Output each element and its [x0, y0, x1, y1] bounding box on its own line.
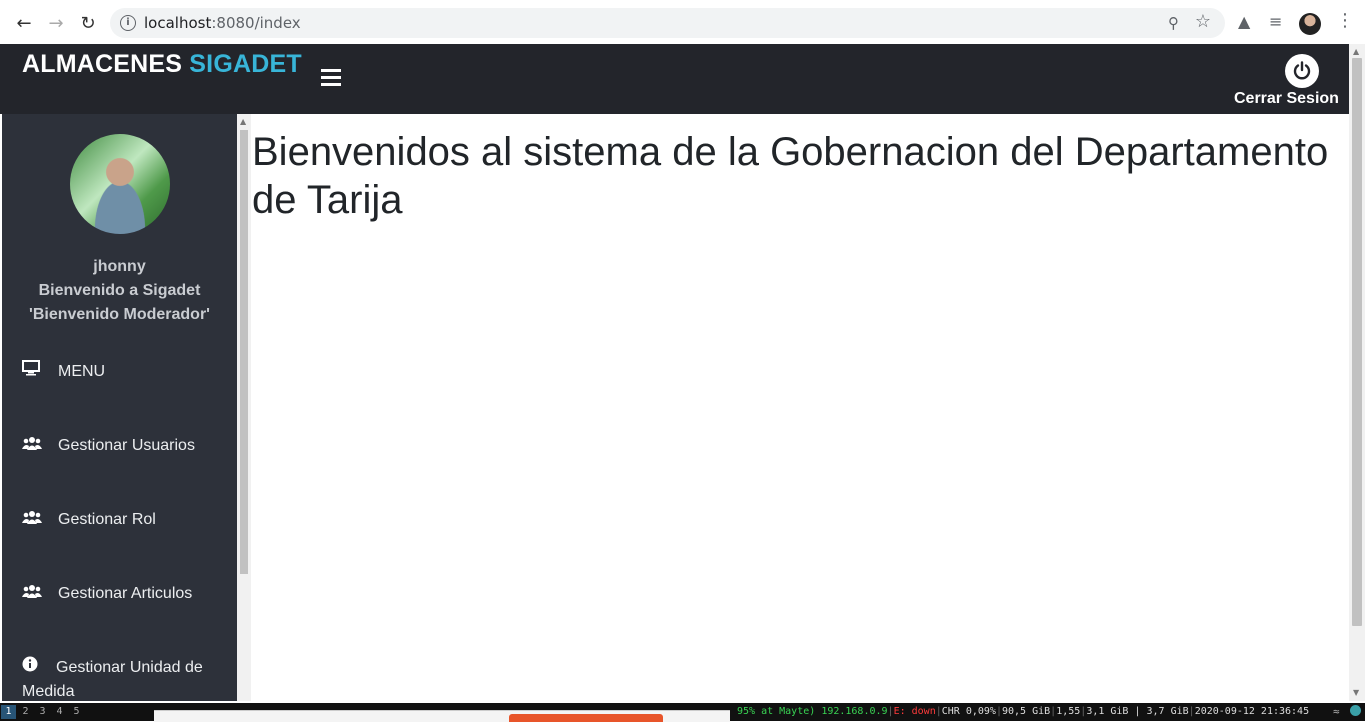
- sidebar-item-label: Gestionar Usuarios: [58, 437, 195, 454]
- user-avatar: [70, 134, 170, 234]
- sidebar-item-articles[interactable]: Gestionar Articulos: [22, 582, 192, 606]
- site-info-icon[interactable]: i: [120, 15, 136, 31]
- workspace-button[interactable]: 1: [1, 705, 16, 719]
- url-path: :8080/index: [211, 14, 301, 32]
- users-icon: [22, 582, 44, 606]
- ethernet-status: E: down: [893, 706, 936, 717]
- workspace-button[interactable]: 5: [69, 705, 84, 719]
- workspace-button[interactable]: 3: [35, 705, 50, 719]
- scroll-up-icon[interactable]: ▲: [240, 117, 246, 126]
- sidebar-item-label: Gestionar Rol: [58, 511, 156, 528]
- workspace-button[interactable]: 2: [18, 705, 33, 719]
- brand-logo[interactable]: ALMACENES SIGADET: [22, 50, 302, 79]
- disk-status: 90,5 GiB: [1001, 706, 1051, 717]
- sidebar-item-roles[interactable]: Gestionar Rol: [22, 508, 156, 532]
- cpu-status: CHR 0,09%: [941, 706, 996, 717]
- sidebar-scroll-thumb[interactable]: [240, 130, 248, 574]
- datetime-status: 2020-09-12 21:36:45: [1194, 706, 1310, 717]
- main-content: Bienvenidos al sistema de la Gobernacion…: [251, 114, 1349, 701]
- page-scroll-thumb[interactable]: [1352, 58, 1362, 626]
- sidebar-item-menu[interactable]: MENU: [22, 360, 105, 384]
- ip-status: 192.168.0.9: [821, 706, 888, 717]
- notification-strip: [154, 710, 730, 722]
- browser-toolbar: ← → ↻ i localhost:8080/index ⚲ ☆ ▲ ≡ ⋮: [0, 0, 1365, 45]
- monitor-icon: [22, 360, 44, 384]
- url-text[interactable]: localhost:8080/index: [144, 14, 301, 32]
- workspace-button[interactable]: 4: [52, 705, 67, 719]
- power-icon[interactable]: [1285, 54, 1319, 88]
- bookmark-star-icon[interactable]: ☆: [1195, 11, 1211, 32]
- sidebar-item-label: MENU: [58, 363, 106, 380]
- status-line: 95% at Mayte) 192.168.0.9|E: down|CHR 0,…: [737, 706, 1310, 717]
- load-status: 1,55: [1056, 706, 1081, 717]
- logout-link[interactable]: Cerrar Sesion: [1234, 90, 1339, 108]
- battery-status: 95% at Mayte): [737, 706, 816, 717]
- users-icon: [22, 434, 44, 458]
- welcome-heading: Bienvenidos al sistema de la Gobernacion…: [252, 130, 1329, 222]
- greeting: Bienvenido a Sigadet: [38, 282, 201, 299]
- wifi-icon[interactable]: ≈: [1333, 705, 1340, 718]
- sidebar-item-label: Gestionar Articulos: [58, 585, 193, 602]
- scroll-down-icon[interactable]: ▼: [1353, 688, 1359, 697]
- sidebar: jhonny Bienvenido a Sigadet 'Bienvenido …: [2, 114, 237, 701]
- hamburger-menu-icon[interactable]: [321, 69, 341, 90]
- forward-icon[interactable]: →: [42, 9, 70, 37]
- app-root: ALMACENES SIGADET Cerrar Sesion jhonny B…: [0, 44, 1349, 701]
- sidebar-item-label: Gestionar Unidad de Medida: [22, 659, 203, 700]
- users-icon: [22, 508, 44, 532]
- url-host: localhost: [144, 14, 212, 32]
- user-info: jhonny Bienvenido a Sigadet 'Bienvenido …: [2, 255, 237, 327]
- extensions-icon[interactable]: ▲: [1238, 12, 1250, 31]
- page-scrollbar[interactable]: ▲ ▼: [1349, 44, 1365, 701]
- reload-icon[interactable]: ↻: [74, 9, 102, 37]
- username: jhonny: [93, 258, 146, 275]
- tray-app-icon[interactable]: [1350, 705, 1361, 716]
- media-queue-icon[interactable]: ≡: [1269, 12, 1282, 31]
- back-icon[interactable]: ←: [10, 9, 38, 37]
- key-icon[interactable]: ⚲: [1168, 14, 1179, 32]
- brand-main: ALMACENES: [22, 50, 183, 78]
- info-circle-icon: [22, 656, 38, 680]
- scroll-up-icon[interactable]: ▲: [1353, 47, 1359, 56]
- sidebar-scrollbar[interactable]: ▲: [237, 114, 251, 701]
- brand-accent: SIGADET: [189, 50, 302, 78]
- memory-status: 3,1 GiB | 3,7 GiB: [1086, 706, 1189, 717]
- top-header: ALMACENES SIGADET Cerrar Sesion: [0, 44, 1349, 114]
- browser-menu-icon[interactable]: ⋮: [1336, 10, 1354, 31]
- address-bar[interactable]: i localhost:8080/index ⚲ ☆: [110, 8, 1225, 38]
- sidebar-item-users[interactable]: Gestionar Usuarios: [22, 434, 195, 458]
- profile-avatar[interactable]: [1299, 13, 1321, 35]
- sidebar-item-units[interactable]: Gestionar Unidad de Medida: [22, 656, 217, 701]
- role-message: 'Bienvenido Moderador': [29, 306, 210, 323]
